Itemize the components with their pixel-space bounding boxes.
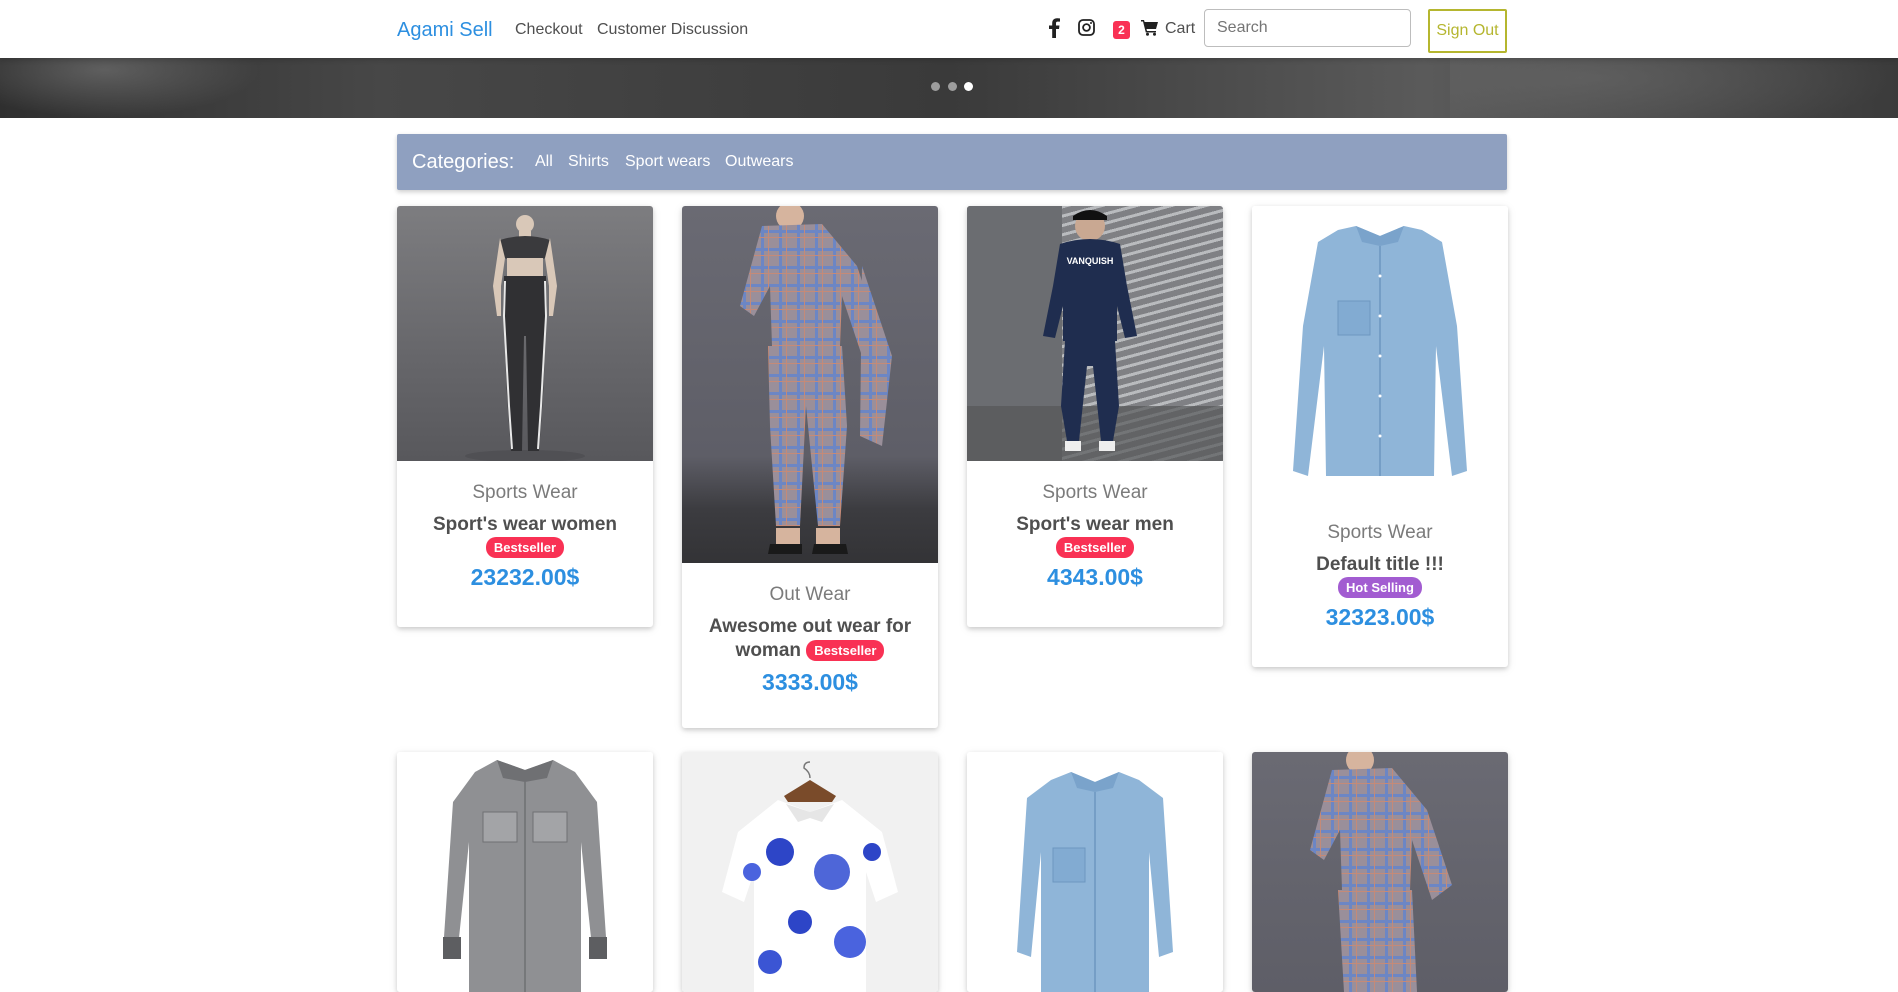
light-blue-denim-shirt-image xyxy=(1017,772,1173,992)
search-input[interactable] xyxy=(1204,9,1411,47)
product-category: Sports Wear xyxy=(1042,482,1148,503)
sportswear-women-image xyxy=(465,215,585,461)
nav-link-customer-discussion[interactable]: Customer Discussion xyxy=(597,21,748,39)
category-link-sport-wears[interactable]: Sport wears xyxy=(625,153,710,171)
sign-out-button[interactable]: Sign Out xyxy=(1428,9,1507,53)
product-title[interactable]: Awesome out wear for woman Bestseller xyxy=(682,615,938,663)
plaid-outwear-image xyxy=(740,206,892,554)
product-image[interactable] xyxy=(397,752,653,992)
product-title[interactable]: Default title !!! xyxy=(1252,553,1508,577)
nav-link-checkout[interactable]: Checkout xyxy=(515,21,583,39)
hot-selling-badge: Hot Selling xyxy=(1338,577,1422,598)
navbar: Agami Sell Checkout Customer Discussion … xyxy=(0,0,1898,58)
product-title[interactable]: Sport's wear men xyxy=(967,513,1223,537)
cart-count-badge: 2 xyxy=(1113,21,1130,39)
brand-logo-link[interactable]: Agami Sell xyxy=(397,19,493,42)
plaid-outfit-image xyxy=(1310,752,1452,992)
carousel-indicator-3[interactable] xyxy=(964,82,973,91)
product-card[interactable] xyxy=(397,752,653,992)
sportswear-men-image: VANQUISH xyxy=(967,206,1223,461)
grey-denim-shirt-image xyxy=(443,760,607,992)
product-image[interactable] xyxy=(967,752,1223,992)
product-card[interactable]: Sports Wear Default title !!! Hot Sellin… xyxy=(1252,206,1508,667)
category-link-outwears[interactable]: Outwears xyxy=(725,153,793,171)
category-link-shirts[interactable]: Shirts xyxy=(568,153,609,171)
product-card[interactable]: VANQUISH Sports Wear Sport's wear men Be… xyxy=(967,206,1223,627)
facebook-icon[interactable] xyxy=(1048,18,1060,38)
carousel-indicator-2[interactable] xyxy=(948,82,957,91)
product-price: 4343.00$ xyxy=(1047,564,1143,590)
cart-link[interactable]: Cart xyxy=(1165,20,1195,38)
cart-icon[interactable] xyxy=(1141,19,1159,36)
instagram-icon[interactable] xyxy=(1078,19,1095,36)
product-price: 32323.00$ xyxy=(1325,604,1435,630)
bestseller-badge: Bestseller xyxy=(806,640,885,662)
product-category: Sports Wear xyxy=(1327,522,1433,543)
product-category: Sports Wear xyxy=(472,482,578,503)
bestseller-badge: Bestseller xyxy=(485,537,565,558)
product-card[interactable] xyxy=(1252,752,1508,992)
product-card[interactable]: Out Wear Awesome out wear for woman Best… xyxy=(682,206,938,728)
product-price: 23232.00$ xyxy=(470,564,580,590)
denim-shirt-image xyxy=(1293,226,1467,476)
product-price: 3333.00$ xyxy=(762,669,858,695)
product-image[interactable] xyxy=(1252,206,1508,501)
product-card[interactable] xyxy=(682,752,938,992)
product-card[interactable]: Sports Wear Sport's wear women Bestselle… xyxy=(397,206,653,627)
product-image[interactable] xyxy=(397,206,653,461)
carousel-indicator-1[interactable] xyxy=(931,82,940,91)
product-image[interactable] xyxy=(682,752,938,992)
categories-bar: Categories: All Shirts Sport wears Outwe… xyxy=(397,134,1507,190)
categories-title: Categories: xyxy=(412,151,515,173)
product-image[interactable] xyxy=(1252,752,1508,992)
product-image[interactable]: VANQUISH xyxy=(967,206,1223,461)
product-card[interactable] xyxy=(967,752,1223,992)
product-category: Out Wear xyxy=(769,584,851,605)
product-title[interactable]: Sport's wear women xyxy=(397,513,653,537)
product-image[interactable] xyxy=(682,206,938,563)
svg-text:VANQUISH: VANQUISH xyxy=(1067,256,1114,266)
bestseller-badge: Bestseller xyxy=(1055,537,1135,558)
floral-print-shirt-image xyxy=(722,761,898,992)
category-link-all[interactable]: All xyxy=(535,153,553,171)
